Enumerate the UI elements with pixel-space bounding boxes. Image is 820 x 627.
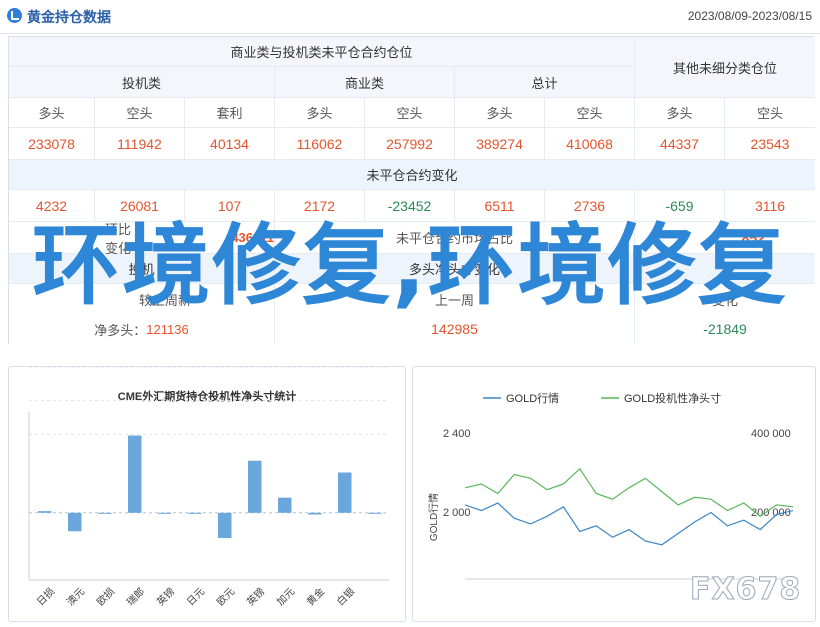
col-head: 空头 <box>95 98 185 128</box>
col-head: 多头 <box>455 98 545 128</box>
change-cell: 2736 <box>545 190 635 222</box>
row3-left: 环比变化 436611 <box>9 221 275 256</box>
change-cell: 2172 <box>275 190 365 222</box>
row4-right <box>635 254 815 284</box>
x-tick-label: 英镑 <box>244 585 267 608</box>
bar <box>248 460 262 513</box>
col-head: 空头 <box>545 98 635 128</box>
row3-right: 852 <box>635 222 815 254</box>
change-cell: -659 <box>635 190 725 222</box>
prev-week-value: 142985 <box>275 314 635 344</box>
bar <box>368 512 382 514</box>
bar <box>38 511 52 513</box>
row4-left: 投机 <box>9 254 275 284</box>
x-tick-label: 澳元 <box>64 585 87 608</box>
x-tick-label: 欧元 <box>215 586 238 609</box>
series-line <box>464 467 794 518</box>
col-head: 多头 <box>275 98 365 128</box>
date-range: 2023/08/09-2023/08/15 <box>687 9 812 23</box>
x-tick-label: 英镑 <box>154 585 177 608</box>
col-head: 空头 <box>365 98 455 128</box>
x-tick-label: 欧损 <box>94 585 117 608</box>
bar <box>128 435 142 513</box>
y-left-tick: 2 000 <box>443 507 471 519</box>
bar <box>218 512 232 538</box>
check-circle-icon <box>7 8 22 23</box>
legend-gold: GOLD行情 <box>506 392 559 405</box>
x-tick-label: 日损 <box>34 585 57 608</box>
watermark-logo: FX678 <box>689 572 802 608</box>
group-total: 总计 <box>455 67 635 98</box>
change-cell: 26081 <box>95 190 185 222</box>
table-cell: 23543 <box>725 128 815 160</box>
page-title: 黄金持仓数据 <box>27 9 111 25</box>
col-head: 多头 <box>635 98 725 128</box>
bar <box>98 512 112 514</box>
y-axis-label: GOLD行情 <box>427 493 440 541</box>
row3-left-label: 环比变化 <box>105 221 132 256</box>
table-cell: 40134 <box>185 128 275 160</box>
col-head: 套利 <box>185 98 275 128</box>
row3-mid: 未平仓合约市场占比 <box>275 222 635 254</box>
x-tick-label: 白银 <box>334 585 357 608</box>
change-header: 未平仓合约变化 <box>9 160 815 190</box>
table-cell: 44337 <box>635 128 725 160</box>
change-cell: 4232 <box>9 190 95 222</box>
x-tick-label: 加元 <box>275 586 298 609</box>
x-tick-label: 瑞郎 <box>124 585 147 608</box>
net-long-value: 121136 <box>146 321 189 337</box>
row5-right: 变化 <box>635 284 815 314</box>
bar <box>308 512 322 515</box>
change-value: -21849 <box>635 314 815 344</box>
legend-net: GOLD投机性净头寸 <box>624 391 721 405</box>
header-bar: 黄金持仓数据 2023/08/09-2023/08/15 <box>0 0 820 34</box>
change-cell: -23452 <box>365 190 455 222</box>
series-line <box>464 502 794 546</box>
row5-mid: 上一周 <box>275 284 635 314</box>
x-tick-label: 日元 <box>185 586 207 608</box>
bar <box>278 497 292 513</box>
y-left-tick: 2 400 <box>443 428 471 440</box>
change-cell: 107 <box>185 190 275 222</box>
position-table: 商业类与投机类未平仓合约仓位 其他未细分类仓位 投机类 商业类 总计 多头 空头… <box>8 36 815 344</box>
bar <box>68 512 82 532</box>
y-right-tick: 400 000 <box>751 428 791 440</box>
net-long-label: 净多头： <box>94 322 147 338</box>
bar-chart-panel: CME外汇期货持仓投机性净头寸统计 日损 澳元 欧损 瑞郎 英镑 日元 欧元 英镑 加元 黄金 白银 <box>8 366 406 622</box>
col-head: 空头 <box>725 98 815 128</box>
col-head: 多头 <box>9 98 95 128</box>
table-cell: 257992 <box>365 128 455 160</box>
bar-chart: 日损 澳元 欧损 瑞郎 英镑 日元 欧元 英镑 加元 黄金 白银 <box>28 367 389 609</box>
table-cell: 111942 <box>95 128 185 160</box>
row5-left: 较上周新 <box>9 284 275 314</box>
bar <box>158 512 172 514</box>
net-long-cell: 净多头： 121136 <box>9 314 275 344</box>
change-cell: 3116 <box>725 190 815 222</box>
bar <box>338 472 352 513</box>
change-cell: 6511 <box>455 190 545 222</box>
x-tick-label: 黄金 <box>304 585 327 608</box>
bar <box>188 512 202 514</box>
table-cell: 410068 <box>545 128 635 160</box>
table-cell: 233078 <box>9 128 95 160</box>
group-speculative: 投机类 <box>9 67 275 98</box>
group-header: 商业类与投机类未平仓合约仓位 <box>9 37 635 67</box>
table-cell: 389274 <box>455 128 545 160</box>
table-cell: 116062 <box>275 128 365 160</box>
group-commercial: 商业类 <box>275 67 455 98</box>
other-header: 其他未细分类仓位 <box>635 37 815 98</box>
row4-mid: 多头净头寸变化 <box>275 254 635 284</box>
row3-left-value: 436611 <box>231 230 274 245</box>
